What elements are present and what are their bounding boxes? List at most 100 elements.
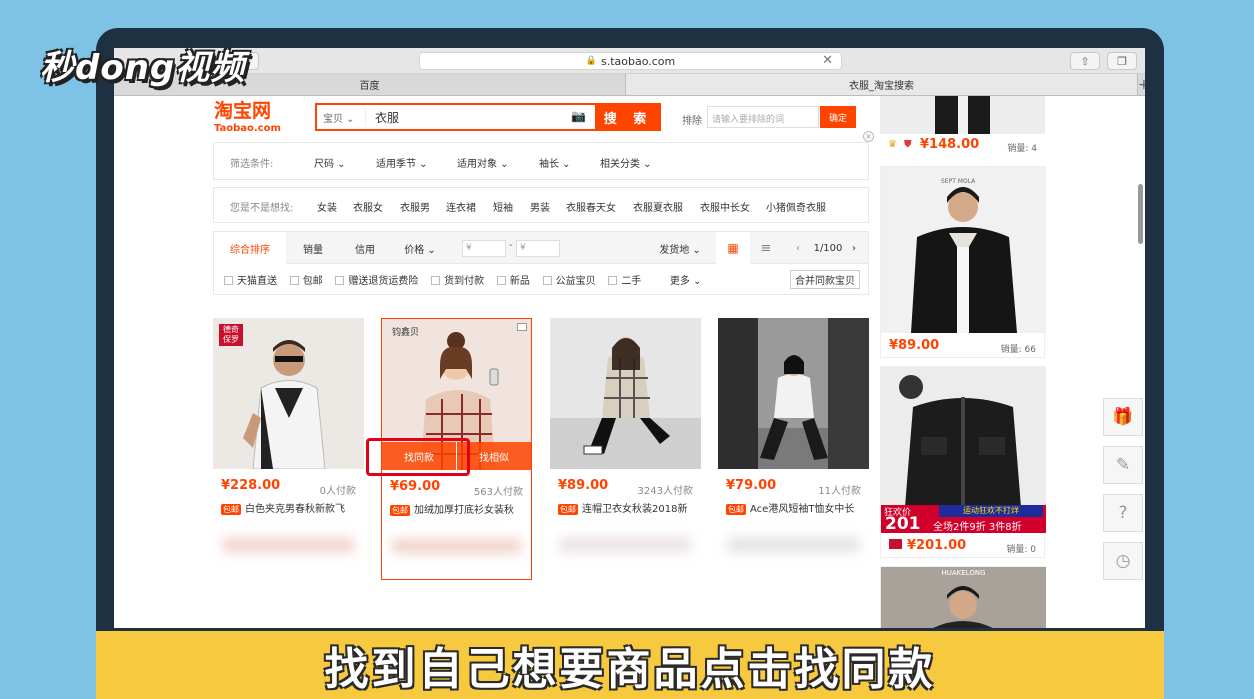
next-page-icon[interactable]: › [846,232,862,264]
right-price: ¥148.00 [920,137,980,152]
tabs-overview-icon[interactable]: ❐ [1107,52,1137,70]
tab-bar: 百度 衣服_淘宝搜索 + [114,74,1145,96]
product-title[interactable]: 包邮 加绒加厚打底衫女装秋 [390,501,525,516]
product-image[interactable]: SEPT MOLA [881,167,1046,333]
product-image[interactable] [718,318,869,469]
suggest-item[interactable]: 衣服男 [400,199,430,214]
scrollbar[interactable] [1138,184,1143,244]
search-input[interactable]: 衣服 [375,109,399,126]
blurred-area [382,519,531,579]
share-icon[interactable]: ⇧ [1070,52,1100,70]
product-card[interactable]: ¥79.00 11人付款 包邮 Ace港风短袖T恤女中长 [718,318,869,580]
right-ad-card[interactable]: 狂欢价 201 运动狂欢不打烊 全场2件9折 3件8折 ¥201.00 销量: … [880,366,1046,558]
product-image[interactable]: 狂欢价 201 运动狂欢不打烊 全场2件9折 3件8折 [881,367,1046,534]
suggest-item[interactable]: 小猪佩奇衣服 [766,199,826,214]
price-min-input[interactable]: ¥ [462,240,506,257]
browser-window: ▭ 🔒 s.taobao.com ✕ ⇧ ❐ 百度 衣服_淘宝搜索 + 淘宝网 … [114,48,1145,628]
price-max-input[interactable]: ¥ [516,240,560,257]
free-ship-badge: 包邮 [390,505,410,516]
suggest-item[interactable]: 衣服中长女 [700,199,750,214]
right-sales: 销量: 0 [1006,545,1036,555]
history-icon[interactable]: ◷ [1103,542,1143,580]
new-tab-button[interactable]: + [1138,74,1145,95]
filter-label: 筛选条件: [230,159,274,170]
promo-line2: 全场2件9折 3件8折 [933,522,1022,533]
product-title[interactable]: 包邮 连帽卫衣女秋装2018新 [558,500,695,515]
taobao-logo[interactable]: 淘宝网 [214,102,271,121]
suggest-item[interactable]: 衣服夏衣服 [633,199,683,214]
filter-size[interactable]: 尺码 ⌄ [314,155,346,170]
suggestion-row: 您是不是想找: 女装 衣服女 衣服男 连衣裙 短袖 男装 衣服春天女 衣服夏衣服… [213,187,869,223]
filter-category[interactable]: 相关分类 ⌄ [600,155,652,170]
close-icon[interactable]: × [863,131,874,142]
product-card[interactable]: ¥89.00 3243人付款 包邮 连帽卫衣女秋装2018新 [550,318,701,580]
product-title[interactable]: 包邮 Ace港风短袖T恤女中长 [726,500,863,515]
sort-credit-tab[interactable]: 信用 [340,232,390,264]
suggest-item[interactable]: 短袖 [493,199,513,214]
sort-price-tab[interactable]: 价格 ⌄ [390,232,450,264]
tab-taobao-search[interactable]: 衣服_淘宝搜索 [626,74,1138,95]
filter-season[interactable]: 适用季节 ⌄ [376,155,428,170]
right-ad-card[interactable]: HUAKELONG [880,566,1046,628]
product-image[interactable] [550,318,701,469]
blurred-area [718,518,869,578]
product-image[interactable] [880,96,1045,134]
check-new[interactable]: 新品 [496,276,530,287]
prev-page-icon[interactable]: ‹ [790,232,806,264]
product-sales: 3243人付款 [637,486,693,497]
right-price: ¥89.00 [889,338,940,353]
tmall-icon [889,539,902,549]
list-view-icon[interactable]: ≡ [752,232,780,264]
product-card[interactable]: 德奇保罗 ¥228.00 0人付款 包邮 白色夹克男春秋新款飞 [213,318,364,580]
right-ad-card[interactable]: ♛ ⛊ ¥148.00 销量: 4 [880,96,1045,158]
right-price: ¥201.00 [907,538,967,553]
suggest-item[interactable]: 连衣裙 [446,199,476,214]
check-return-insurance[interactable]: 赠送退货运费险 [335,276,418,287]
crown-icon: ♛ [888,139,897,150]
merge-same-button[interactable]: 合并同款宝贝 [790,270,860,289]
watermark-logo: 秒dong视频 [40,48,246,88]
promo-price: 201 [885,514,921,534]
clear-url-icon[interactable]: ✕ [822,53,833,68]
suggest-item[interactable]: 衣服女 [353,199,383,214]
ship-from-select[interactable]: 发货地 ⌄ [654,232,706,264]
taobao-page: 淘宝网 Taobao.com 宝贝 ⌄ 衣服 📷 搜 索 排除 请输入要排除的词… [114,96,1145,628]
exclude-label: 排除 [682,116,702,127]
product-price: ¥89.00 [558,478,609,493]
product-title[interactable]: 包邮 白色夹克男春秋新款飞 [221,500,358,515]
suggest-item[interactable]: 衣服春天女 [566,199,616,214]
svg-text:SEPT MOLA: SEPT MOLA [941,178,976,185]
filter-audience[interactable]: 适用对象 ⌄ [457,155,509,170]
search-category-select[interactable]: 宝贝 ⌄ [323,110,355,125]
check-cod[interactable]: 货到付款 [431,276,484,287]
exclude-input[interactable]: 请输入要排除的词 [707,106,819,128]
suggest-item[interactable]: 男装 [530,199,550,214]
sort-panel: 综合排序 销量 信用 价格 ⌄ ¥ - ¥ 发货地 ⌄ ▦ ≡ ‹ 1/100 … [213,231,869,295]
filter-sleeve[interactable]: 袖长 ⌄ [539,155,571,170]
more-options[interactable]: 更多 ⌄ [670,276,702,287]
exclude-confirm-button[interactable]: 确定 [820,106,856,128]
check-second-hand[interactable]: 二手 [608,276,641,287]
check-charity[interactable]: 公益宝贝 [542,276,596,287]
product-price: ¥79.00 [726,478,777,493]
product-image[interactable]: 德奇保罗 [213,318,364,469]
search-button[interactable]: 搜 索 [595,103,661,131]
shield-icon: ⛊ [904,139,912,150]
address-bar[interactable]: 🔒 s.taobao.com ✕ [419,52,842,70]
check-free-ship[interactable]: 包邮 [289,276,323,287]
product-image[interactable]: HUAKELONG [881,567,1046,628]
sort-sales-tab[interactable]: 销量 [286,232,340,264]
compare-icon[interactable] [517,323,527,331]
suggest-item[interactable]: 女装 [317,199,337,214]
edit-icon[interactable]: ✎ [1103,446,1143,484]
free-ship-badge: 包邮 [558,504,578,515]
grid-view-icon[interactable]: ▦ [716,232,750,264]
right-ad-card[interactable]: SEPT MOLA ¥89.00 销量: 66 [880,166,1046,358]
brand-badge: 德奇保罗 [219,324,243,346]
sort-default-tab[interactable]: 综合排序 [214,232,286,264]
help-icon[interactable]: ? [1103,494,1143,532]
camera-icon[interactable]: 📷 [571,109,586,123]
gift-icon[interactable]: 🎁 [1103,398,1143,436]
search-box: 宝贝 ⌄ 衣服 📷 搜 索 [315,103,661,131]
check-tmall[interactable]: 天猫直送 [224,276,277,287]
